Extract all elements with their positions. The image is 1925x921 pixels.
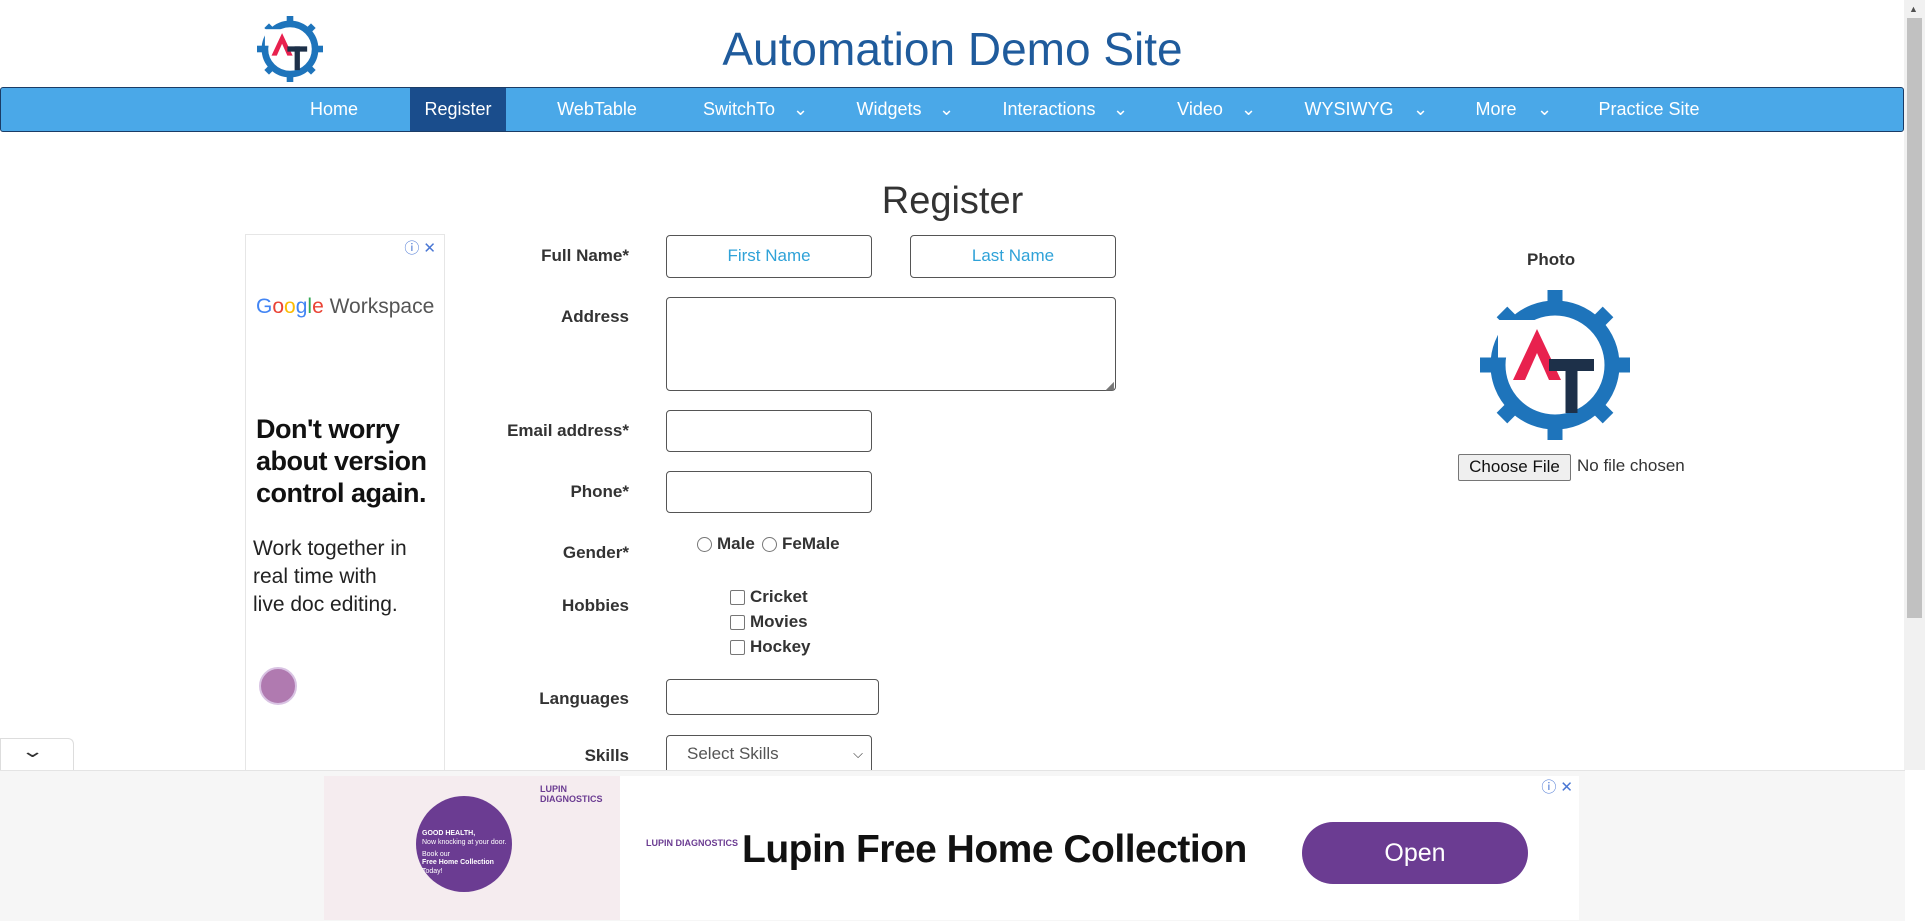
photo-label: Photo <box>1527 250 1576 269</box>
ad-open-button[interactable]: Open <box>1302 822 1528 884</box>
nav-practice-site[interactable]: Practice Site <box>1591 88 1707 131</box>
resize-handle-icon[interactable]: ◢ <box>1106 379 1114 392</box>
hobby-cricket-label: Cricket <box>750 587 808 606</box>
full-name-label: Full Name* <box>541 246 629 265</box>
nav-interactions[interactable]: Interactions <box>997 88 1101 131</box>
gender-male-label: Male <box>717 534 755 553</box>
choose-file-button[interactable]: Choose File <box>1458 454 1571 481</box>
ad-info-close-icon[interactable]: ⓘ✕ <box>1541 776 1577 797</box>
nav-switchto[interactable]: SwitchTo <box>695 88 783 131</box>
scroll-up-arrow-icon[interactable]: ▲ <box>1909 4 1918 14</box>
ad-brand-logo: Google Workspace <box>256 295 435 318</box>
chevron-down-icon[interactable]: ⌄ <box>1413 88 1428 131</box>
gender-female-label: FeMale <box>782 534 840 553</box>
languages-multiselect[interactable] <box>666 679 879 715</box>
scrollbar-thumb[interactable] <box>1907 18 1922 618</box>
ad-collapse-button[interactable]: ⌄ <box>0 738 74 771</box>
ad-image-text: Book our <box>422 851 451 858</box>
address-textarea[interactable]: ◢ <box>666 297 1116 392</box>
gender-female-radio[interactable] <box>762 537 777 552</box>
avatar <box>259 667 297 705</box>
ad-image-text: Free Home Collection <box>422 859 494 866</box>
ad-headline[interactable]: Lupin Free Home Collection <box>742 828 1247 872</box>
chevron-down-icon[interactable]: ⌄ <box>1537 88 1552 131</box>
ad-image-text: GOOD HEALTH, <box>422 830 476 837</box>
nav-register[interactable]: Register <box>410 88 506 131</box>
address-label: Address <box>560 307 629 326</box>
chevron-down-icon[interactable]: ⌄ <box>939 88 954 131</box>
ad-image-brand: LUPIN DIAGNOSTICS <box>540 784 603 804</box>
chevron-down-icon[interactable]: ⌄ <box>1241 88 1256 131</box>
skills-label: Skills <box>584 746 629 765</box>
first-name-input[interactable]: First Name <box>666 235 872 278</box>
phone-field[interactable] <box>666 471 872 513</box>
main-navbar: Home Register WebTable SwitchTo ⌄ Widget… <box>0 87 1904 132</box>
email-label: Email address* <box>507 421 629 440</box>
chevron-down-icon[interactable]: ⌄ <box>1113 88 1128 131</box>
skills-select[interactable]: Select Skills ⌵ <box>666 735 872 775</box>
ad-image-text: Today! <box>422 868 443 875</box>
hobby-cricket-checkbox[interactable] <box>730 590 745 605</box>
gender-male-radio[interactable] <box>697 537 712 552</box>
ad-info-close-icon[interactable]: ⓘ✕ <box>404 237 440 258</box>
ad-brand-logo: LUPIN DIAGNOSTICS <box>646 838 739 848</box>
chevron-down-icon[interactable]: ⌄ <box>20 741 44 762</box>
hobby-movies-checkbox[interactable] <box>730 615 745 630</box>
hobby-hockey-checkbox[interactable] <box>730 640 745 655</box>
last-name-input[interactable]: Last Name <box>910 235 1116 278</box>
nav-home[interactable]: Home <box>297 88 371 131</box>
phone-label: Phone* <box>570 482 629 501</box>
page-title: Register <box>881 180 1024 222</box>
languages-label: Languages <box>539 689 629 708</box>
hobby-hockey-label: Hockey <box>750 637 811 656</box>
ad-image-text: Now knocking at your door. <box>422 839 507 846</box>
site-title: Automation Demo Site <box>722 23 1183 75</box>
nav-video[interactable]: Video <box>1169 88 1231 131</box>
chevron-down-icon[interactable]: ⌄ <box>793 88 808 131</box>
page-scrollbar[interactable]: ▲ <box>1904 0 1925 770</box>
photo-preview-image <box>1480 290 1630 440</box>
ad-image-circle: GOOD HEALTH, Now knocking at your door. … <box>416 796 512 892</box>
nav-widgets[interactable]: Widgets <box>849 88 929 131</box>
nav-wysiwyg[interactable]: WYSIWYG <box>1299 88 1399 131</box>
nav-webtable[interactable]: WebTable <box>545 88 649 131</box>
ad-brand-text: Workspace <box>329 295 435 318</box>
ad-body: Work together in real time with live doc… <box>253 537 407 616</box>
ad-image[interactable]: GOOD HEALTH, Now knocking at your door. … <box>324 776 620 920</box>
bottom-advertisement[interactable]: GOOD HEALTH, Now knocking at your door. … <box>324 776 1579 920</box>
hobby-movies-label: Movies <box>750 612 808 631</box>
hobbies-label: Hobbies <box>561 596 629 615</box>
nav-more[interactable]: More <box>1467 88 1525 131</box>
gender-label: Gender* <box>562 543 629 562</box>
email-field[interactable] <box>666 410 872 452</box>
ad-headline: Don't worry about version control again. <box>256 414 427 508</box>
side-advertisement[interactable]: ⓘ✕ Google Workspace Don't worry about ve… <box>245 234 445 776</box>
skills-select-value: Select Skills <box>687 744 779 763</box>
no-file-text: No file chosen <box>1577 456 1685 475</box>
chevron-down-icon[interactable]: ⌵ <box>853 736 863 772</box>
